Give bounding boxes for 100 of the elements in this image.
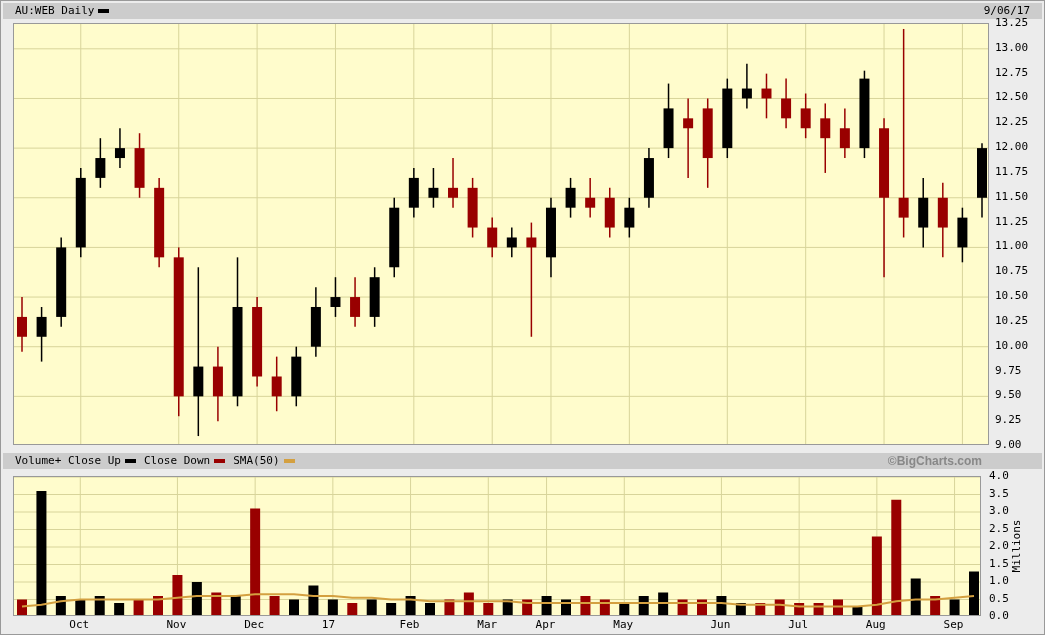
axis-label: 3.5 [989, 486, 1009, 501]
candle [839, 107, 850, 159]
candle [134, 132, 145, 199]
axis-label: 17 [321, 618, 336, 632]
candle [604, 187, 615, 239]
volume-bar [55, 596, 66, 616]
axis-label: 3.0 [989, 504, 1009, 518]
volume-bar [483, 603, 494, 616]
axis-label: 10.50 [995, 289, 1029, 304]
axis-label: 12.25 [995, 115, 1029, 130]
axis-label: 2.5 [989, 521, 1009, 536]
axis-label: 13.00 [995, 40, 1029, 55]
axis-label: 11.00 [995, 239, 1029, 254]
candle [643, 147, 654, 209]
axis-label: Dec [244, 618, 264, 632]
axis-label: 10.00 [995, 338, 1029, 353]
volume-bar [969, 571, 979, 616]
axis-label: 9.00 [995, 438, 1022, 452]
volume-bar [347, 603, 358, 616]
volume-bar [599, 599, 610, 616]
candle [36, 306, 47, 363]
axis-label: Jun [710, 618, 731, 632]
candle [448, 157, 458, 209]
axis-label: 1.5 [989, 556, 1009, 571]
volume-bar [230, 596, 241, 616]
axis-title: Millions [1010, 519, 1025, 573]
axis-label: 2.0 [989, 539, 1009, 553]
candle [291, 345, 302, 408]
legend-label: SMA(50) [233, 454, 280, 468]
candle [95, 137, 106, 189]
volume-bar [114, 603, 125, 616]
chart-date: 9/06/17 [983, 4, 1030, 18]
volume-bar [580, 596, 591, 616]
axis-label: 12.75 [995, 65, 1029, 80]
candle [820, 102, 831, 174]
axis-label: 12.50 [995, 90, 1029, 105]
axis-label: 9.25 [995, 413, 1022, 428]
volume-bar [444, 599, 455, 616]
candle [800, 92, 811, 139]
candle [408, 167, 419, 219]
axis-label: 13.25 [995, 16, 1029, 30]
volume-bar [133, 599, 144, 616]
axis-label: Sep [943, 618, 964, 632]
volume-bar [425, 603, 435, 616]
axis-label: 12.00 [995, 140, 1029, 155]
candle [310, 286, 321, 358]
candle [271, 355, 282, 412]
candle [17, 296, 27, 353]
volume-bar [658, 592, 669, 616]
volume-bar [75, 599, 86, 616]
volume-bar [405, 596, 416, 616]
candle [114, 127, 125, 169]
axis-label: 10.25 [995, 313, 1029, 328]
axis-label: 0.5 [989, 591, 1009, 606]
volume-bar [813, 603, 824, 616]
volume-bar [289, 599, 299, 616]
volume-bar [561, 599, 571, 616]
axis-label: 4.0 [989, 469, 1009, 483]
candle [565, 177, 576, 219]
legend-swatch [98, 9, 110, 13]
volume-bar [949, 599, 960, 616]
candle [781, 77, 792, 129]
volume-bar [308, 585, 319, 616]
axis-label: 11.50 [995, 189, 1029, 204]
volume-bar [833, 599, 843, 616]
legend-label: Volume+ Close Up [15, 454, 121, 468]
axis-label: Mar [477, 618, 498, 632]
volume-bar [716, 596, 727, 616]
volume-bar [153, 596, 163, 616]
volume-bar [774, 599, 785, 616]
axis-label: Feb [399, 618, 420, 632]
volume-bar [677, 599, 688, 616]
volume-bar [269, 596, 280, 616]
credit-text: ©BigCharts.com [887, 454, 982, 468]
volume-bar [17, 599, 27, 616]
legend-label: Close Down [143, 454, 211, 468]
axis-label: 10.75 [995, 264, 1029, 279]
volume-bar [638, 596, 649, 616]
volume-bar [735, 603, 746, 616]
axis-label: 9.75 [995, 363, 1022, 378]
volume-bar [463, 592, 474, 616]
volume-bar [794, 603, 805, 616]
axis-label: Jul [788, 618, 808, 632]
volume-bar [852, 606, 863, 616]
candle [350, 276, 361, 328]
axis-label: 9.50 [995, 388, 1022, 403]
candle [918, 177, 929, 249]
axis-label: 0.0 [989, 609, 1009, 623]
axis-label: Oct [69, 618, 90, 632]
candle [506, 226, 517, 259]
volume-bar [619, 603, 630, 616]
volume-bar [541, 596, 552, 616]
volume-bar [386, 603, 397, 616]
volume-bar [755, 603, 766, 616]
volume-bar [910, 578, 921, 616]
candle [957, 206, 968, 264]
candle [467, 177, 478, 239]
candle [624, 197, 635, 239]
axis-label: Apr [535, 618, 556, 632]
axis-label: 11.75 [995, 164, 1029, 179]
